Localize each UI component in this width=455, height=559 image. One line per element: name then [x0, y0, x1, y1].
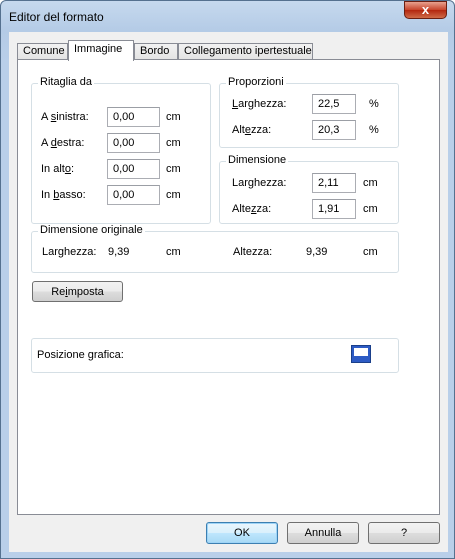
crop-top-label: In alto:: [41, 163, 75, 175]
proportions-group: Proporzioni: [219, 76, 399, 148]
tab-collegamento[interactable]: Collegamento ipertestuale: [178, 43, 313, 60]
original-height-unit: cm: [363, 246, 378, 258]
original-width-label: Larghezza:: [42, 246, 97, 258]
dialog-client: Comune Immagine Bordo Collegamento ipert…: [9, 32, 448, 552]
crop-top-unit: cm: [166, 163, 181, 175]
dimension-width-unit: cm: [363, 177, 378, 189]
proportions-group-title: Proporzioni: [226, 76, 286, 88]
original-size-group-title: Dimensione originale: [38, 224, 145, 236]
crop-group-title: Ritaglia da: [38, 76, 94, 88]
proportions-height-unit: %: [369, 124, 379, 136]
crop-left-unit: cm: [166, 111, 181, 123]
reset-button[interactable]: Reimposta: [32, 281, 123, 302]
original-width-value: 9,39: [108, 246, 130, 258]
dimension-width-label: Larghezza:: [232, 177, 287, 189]
dimension-height-unit: cm: [363, 203, 378, 215]
crop-bottom-input[interactable]: 0,00: [107, 185, 160, 205]
ok-button[interactable]: OK: [206, 522, 278, 544]
crop-bottom-label: In basso:: [41, 189, 86, 201]
window-title: Editor del formato: [9, 10, 104, 24]
dimension-width-input[interactable]: 2,11: [312, 173, 356, 193]
crop-top-input[interactable]: 0,00: [107, 159, 160, 179]
proportions-height-label: Altezza:: [232, 124, 272, 136]
tab-immagine[interactable]: Immagine: [68, 40, 134, 61]
tab-comune[interactable]: Comune: [17, 43, 68, 60]
dimension-height-label: Altezza:: [232, 203, 272, 215]
crop-right-unit: cm: [166, 137, 181, 149]
crop-right-label: A destra:: [41, 137, 85, 149]
proportions-width-label: Larghezza:: [232, 98, 287, 110]
dialog-window: Editor del formato x Comune Immagine Bor…: [0, 0, 455, 559]
graphic-position-icon[interactable]: [351, 345, 371, 363]
crop-left-input[interactable]: 0,00: [107, 107, 160, 127]
original-height-value: 9,39: [306, 246, 328, 258]
dimension-group-title: Dimensione: [226, 154, 289, 166]
crop-left-label: A sinistra:: [41, 111, 89, 123]
proportions-height-input[interactable]: 20,3: [312, 120, 356, 140]
proportions-width-input[interactable]: 22,5: [312, 94, 356, 114]
help-button[interactable]: ?: [368, 522, 440, 544]
dimension-height-input[interactable]: 1,91: [312, 199, 356, 219]
crop-bottom-unit: cm: [166, 189, 181, 201]
graphic-position-icon-glyph: [354, 348, 368, 356]
original-height-label: Altezza:: [233, 246, 273, 258]
proportions-width-unit: %: [369, 98, 379, 110]
tab-bordo[interactable]: Bordo: [134, 43, 178, 60]
original-width-unit: cm: [166, 246, 181, 258]
graphic-position-label: Posizione grafica:: [37, 349, 124, 361]
cancel-button[interactable]: Annulla: [287, 522, 359, 544]
close-button[interactable]: x: [404, 1, 447, 19]
tab-panel-immagine: Ritaglia da A sinistra: 0,00 cm A destra…: [17, 59, 440, 515]
crop-right-input[interactable]: 0,00: [107, 133, 160, 153]
